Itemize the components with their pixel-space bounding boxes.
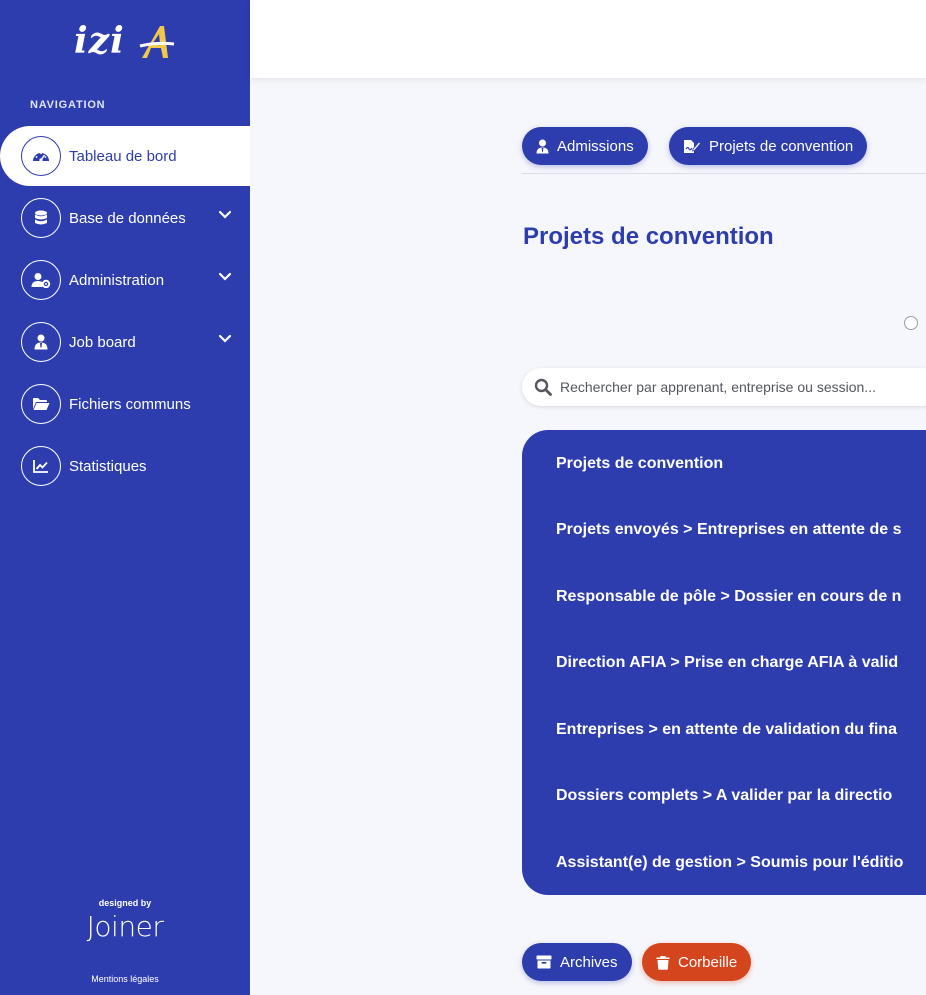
logo-a-icon [139, 26, 175, 58]
file-signature-icon [683, 139, 701, 154]
corbeille-button[interactable]: Corbeille [642, 943, 752, 981]
tab-admissions[interactable]: Admissions [522, 127, 648, 165]
folder-open-icon [21, 384, 61, 424]
izia-logo[interactable]: izi [70, 20, 180, 64]
chevron-down-icon[interactable] [218, 210, 232, 220]
logo-text: izi [74, 20, 125, 62]
sidebar-item-administration[interactable]: Administration [0, 250, 250, 310]
dashboard-icon [21, 136, 61, 176]
trash-icon [656, 955, 670, 970]
mentions-legales-link[interactable]: Mentions légales [0, 974, 250, 984]
status-panel: Projets de convention Projets envoyés > … [522, 430, 926, 895]
chart-line-icon [21, 446, 61, 486]
status-row[interactable]: Dossiers complets > A valider par la dir… [556, 787, 892, 805]
sidebar-item-job-board[interactable]: Job board [0, 312, 250, 372]
archives-label: Archives [560, 953, 618, 971]
designed-by-text: designed by [98, 898, 152, 908]
status-row[interactable]: Entreprises > en attente de validation d… [556, 721, 897, 739]
status-row[interactable]: Direction AFIA > Prise en charge AFIA à … [556, 654, 898, 672]
page-title: Projets de convention [523, 223, 774, 250]
tab-label: Admissions [557, 137, 634, 155]
sidebar-item-label: Fichiers communs [69, 395, 191, 413]
chevron-down-icon[interactable] [218, 272, 232, 282]
tab-label: Projets de convention [709, 137, 854, 155]
sidebar: izi NAVIGATION Tableau de bord Base de d… [0, 0, 250, 995]
sidebar-item-base-de-donnees[interactable]: Base de données [0, 188, 250, 248]
sidebar-item-label: Job board [69, 333, 136, 351]
status-row[interactable]: Projets de convention [556, 455, 723, 473]
user-tie-icon [21, 322, 61, 362]
user-icon [536, 139, 549, 154]
archive-icon [536, 955, 552, 969]
joiner-logo: Joiner [86, 910, 164, 943]
nav-heading: NAVIGATION [30, 99, 106, 111]
status-row[interactable]: Assistant(e) de gestion > Soumis pour l'… [556, 854, 903, 872]
chevron-down-icon[interactable] [218, 334, 232, 344]
sidebar-item-label: Administration [69, 271, 165, 289]
status-row[interactable]: Responsable de pôle > Dossier en cours d… [556, 588, 901, 606]
sidebar-item-statistiques[interactable]: Statistiques [0, 436, 250, 496]
user-gear-icon [21, 260, 61, 300]
sidebar-item-tableau-de-bord[interactable]: Tableau de bord [0, 126, 250, 186]
top-bar [250, 0, 926, 78]
status-row[interactable]: Projets envoyés > Entreprises en attente… [556, 521, 901, 539]
sidebar-item-label: Base de données [69, 209, 186, 227]
tabs-divider [522, 173, 926, 174]
search-icon [534, 378, 552, 396]
sidebar-item-fichiers-communs[interactable]: Fichiers communs [0, 374, 250, 434]
corbeille-label: Corbeille [678, 953, 738, 971]
sidebar-item-label: Statistiques [69, 457, 147, 475]
search-input[interactable] [560, 379, 926, 395]
archives-button[interactable]: Archives [522, 943, 632, 981]
radio-button[interactable] [904, 316, 918, 330]
search-bar[interactable] [522, 368, 926, 406]
database-icon [21, 198, 61, 238]
tab-projets-de-convention[interactable]: Projets de convention [669, 127, 868, 165]
sidebar-item-label: Tableau de bord [69, 147, 177, 165]
